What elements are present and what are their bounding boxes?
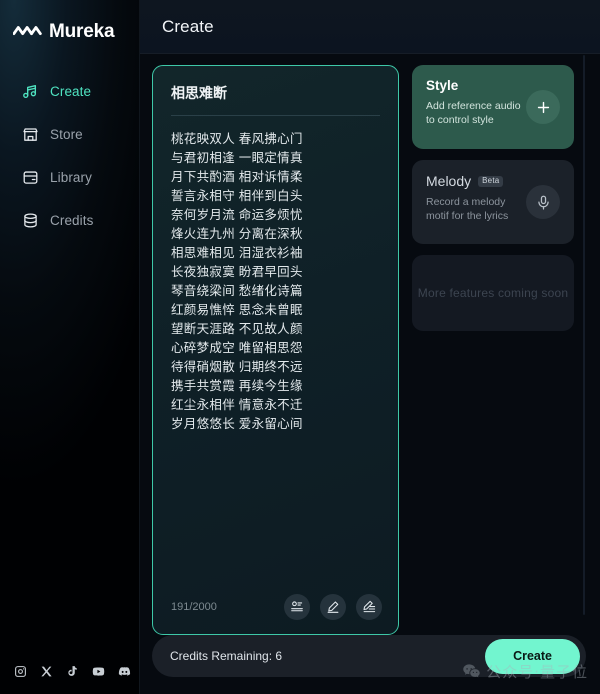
x-twitter-icon[interactable] [40, 665, 53, 678]
credits-bar: Credits Remaining: 6 Create [152, 635, 586, 677]
page-title: Create [162, 16, 214, 36]
waveform-m-icon [13, 26, 42, 36]
style-card-title: Style [426, 78, 459, 93]
melody-card-title: Melody [426, 173, 472, 189]
character-count: 191/2000 [171, 601, 217, 613]
lyric-line: 烽火连九州 分离在深秋 [171, 227, 303, 241]
edit-lyrics-button[interactable] [320, 594, 346, 620]
lyrics-text-area[interactable]: 桃花映双人 春风拂心门 与君初相逢 一眼定情真 月下共酌酒 相对诉情柔 誓言永相守 相… [153, 116, 398, 594]
record-melody-button[interactable] [526, 185, 560, 219]
main-area: Create 相思难断 桃花映双人 春风拂心门 与君初相逢 一眼定情真 月下共酌酒 … [140, 0, 600, 694]
melody-card-texts: Melody Beta Record a melody motif for th… [426, 173, 526, 223]
melody-card-subtitle: Record a melody motif for the lyrics [426, 196, 509, 222]
rewrite-pencil-icon [363, 600, 376, 613]
lyrics-editor-panel[interactable]: 相思难断 桃花映双人 春风拂心门 与君初相逢 一眼定情真 月下共酌酒 相对诉情柔 誓言… [152, 65, 399, 635]
discord-icon[interactable] [118, 665, 131, 678]
sidebar-item-label: Library [50, 170, 92, 185]
style-card-texts: Style Add reference audio to control sty… [426, 78, 526, 127]
microphone-icon [537, 195, 549, 210]
lyrics-assistant-icon [291, 601, 303, 612]
lyrics-footer: 191/2000 [153, 594, 398, 634]
add-reference-audio-button[interactable] [526, 90, 560, 124]
library-box-icon [23, 171, 38, 184]
lyric-line: 红颜易憔悴 思念未曾眠 [171, 303, 303, 317]
storefront-icon [23, 128, 38, 141]
sidebar-item-credits[interactable]: Credits [0, 199, 139, 242]
lyric-line: 月下共酌酒 相对诉情柔 [171, 170, 303, 184]
melody-card[interactable]: Melody Beta Record a melody motif for th… [412, 160, 574, 244]
lyric-line: 待得硝烟散 归期终不远 [171, 360, 303, 374]
edit-pencil-icon [327, 601, 339, 613]
sidebar-item-label: Create [50, 84, 92, 99]
lyric-line: 望断天涯路 不见故人颜 [171, 322, 303, 336]
lyrics-title[interactable]: 相思难断 [153, 66, 398, 115]
content-row: 相思难断 桃花映双人 春风拂心门 与君初相逢 一眼定情真 月下共酌酒 相对诉情柔 誓言… [140, 54, 600, 635]
beta-badge: Beta [478, 175, 504, 187]
database-coins-icon [24, 213, 37, 228]
style-card-subtitle: Add reference audio to control style [426, 100, 521, 126]
tiktok-icon[interactable] [66, 665, 79, 678]
page-header: Create [140, 0, 600, 54]
app-logo[interactable]: Mureka [0, 0, 139, 48]
social-links [0, 665, 139, 694]
sidebar-item-label: Credits [50, 213, 94, 228]
vertical-scrollbar[interactable] [583, 55, 585, 615]
lyric-line: 奈何岁月流 命运多烦忧 [171, 208, 303, 222]
feature-cards-column: Style Add reference audio to control sty… [412, 65, 588, 635]
sidebar: Mureka Create Store Library Credits [0, 0, 140, 694]
credits-remaining-text: Credits Remaining: 6 [170, 649, 283, 663]
melody-card-title-row: Melody Beta [426, 173, 526, 189]
lyrics-action-buttons [284, 594, 382, 620]
sidebar-nav: Create Store Library Credits [0, 70, 139, 242]
app-window: Mureka Create Store Library Credits Crea… [0, 0, 600, 694]
sidebar-item-create[interactable]: Create [0, 70, 139, 113]
lyric-line: 琴音绕梁间 愁绪化诗篇 [171, 284, 303, 298]
lyrics-assistant-button[interactable] [284, 594, 310, 620]
lyric-line: 誓言永相守 相伴到白头 [171, 189, 303, 203]
app-logo-text: Mureka [49, 20, 115, 42]
sidebar-item-label: Store [50, 127, 83, 142]
bottom-bar: Credits Remaining: 6 Create 公众号·量子位 [140, 635, 600, 694]
lyric-line: 相思难相见 泪湿衣衫袖 [171, 246, 303, 260]
coming-soon-card: More features coming soon [412, 255, 574, 331]
lyric-line: 红尘永相伴 情意永不迁 [171, 398, 303, 412]
music-note-icon [23, 85, 37, 99]
lyric-line: 岁月悠悠长 爱永留心间 [171, 417, 303, 431]
lyric-line: 桃花映双人 春风拂心门 [171, 132, 303, 146]
instagram-icon[interactable] [14, 665, 27, 678]
lyric-line: 长夜独寂寞 盼君早回头 [171, 265, 303, 279]
lyric-line: 与君初相逢 一眼定情真 [171, 151, 303, 165]
sidebar-item-store[interactable]: Store [0, 113, 139, 156]
style-card[interactable]: Style Add reference audio to control sty… [412, 65, 574, 149]
plus-icon [537, 101, 549, 113]
youtube-icon[interactable] [92, 665, 105, 678]
rewrite-lyrics-button[interactable] [356, 594, 382, 620]
lyric-line: 携手共赏霞 再续今生缘 [171, 379, 303, 393]
coming-soon-text: More features coming soon [417, 286, 569, 300]
style-card-title-row: Style [426, 78, 526, 93]
sidebar-item-library[interactable]: Library [0, 156, 139, 199]
create-button[interactable]: Create [485, 638, 580, 674]
lyric-line: 心碎梦成空 唯留相思怨 [171, 341, 303, 355]
